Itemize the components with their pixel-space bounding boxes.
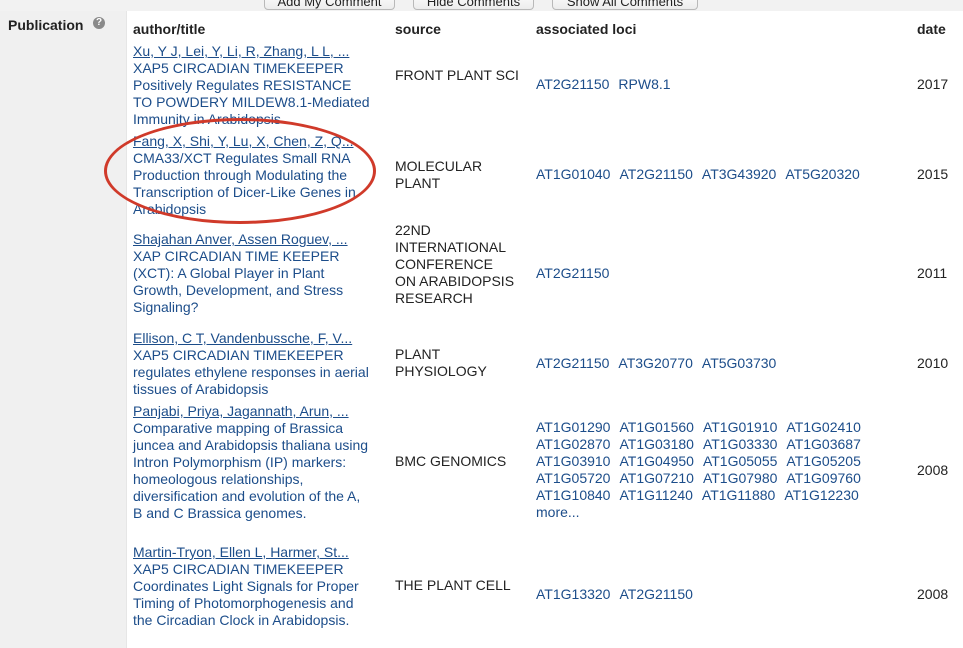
locus-link[interactable]: AT1G03910 [536,453,610,470]
locus-link[interactable]: AT1G02870 [536,436,610,453]
locus-link[interactable]: RPW8.1 [618,76,670,93]
date-text: 2008 [917,462,949,478]
author-link[interactable]: Xu, Y J, Lei, Y, Li, R, Zhang, L L, ... [133,43,369,60]
locus-link[interactable]: AT1G05055 [703,453,777,470]
loci-list: AT2G21150 RPW8.1 [536,76,906,93]
locus-link[interactable]: AT1G03180 [619,436,693,453]
title-link[interactable]: XAP5 CIRCADIAN TIMEKEEPER Coordinates Li… [133,561,371,629]
locus-link[interactable]: AT1G01910 [703,419,777,436]
locus-link[interactable]: AT1G11240 [619,487,692,504]
locus-link[interactable]: AT2G21150 [536,265,609,282]
locus-link[interactable]: AT1G12230 [784,487,858,504]
locus-link[interactable]: AT1G02410 [786,419,860,436]
show-all-comments-button[interactable]: Show All Comments [552,0,698,10]
locus-link[interactable]: AT1G01040 [536,166,610,183]
author-link[interactable]: Panjabi, Priya, Jagannath, Arun, ... [133,403,369,420]
title-link[interactable]: Comparative mapping of Brassica juncea a… [133,420,371,522]
date-text: 2010 [917,355,949,371]
locus-link[interactable]: AT3G43920 [702,166,776,183]
help-icon[interactable]: ? [93,17,105,29]
locus-link[interactable]: AT1G11880 [702,487,775,504]
locus-link[interactable]: AT5G20320 [785,166,859,183]
author-link[interactable]: Fang, X, Shi, Y, Lu, X, Chen, Z, Q... [133,133,369,150]
source-text: FRONT PLANT SCI [395,67,519,83]
locus-link[interactable]: AT1G03687 [786,436,860,453]
column-header-date: date [917,21,946,37]
locus-link[interactable]: AT2G21150 [536,355,609,372]
locus-link[interactable]: AT3G20770 [618,355,692,372]
locus-link[interactable]: AT1G05205 [786,453,860,470]
locus-link[interactable]: AT1G01290 [536,419,610,436]
locus-link[interactable]: AT1G03330 [703,436,777,453]
title-link[interactable]: XAP5 CIRCADIAN TIMEKEEPER Positively Reg… [133,60,371,128]
column-header-author-title: author/title [133,21,206,37]
locus-link[interactable]: AT1G10840 [536,487,610,504]
source-text: PLANT PHYSIOLOGY [395,346,487,379]
title-link[interactable]: XAP5 CIRCADIAN TIMEKEEPER regulates ethy… [133,347,371,398]
title-link[interactable]: CMA33/XCT Regulates Small RNA Production… [133,150,371,218]
date-text: 2017 [917,76,949,92]
locus-link[interactable]: AT2G21150 [619,586,692,603]
locus-link[interactable]: AT2G21150 [536,76,609,93]
source-text: THE PLANT CELL [395,577,511,593]
loci-list: AT1G13320 AT2G21150 [536,586,906,603]
date-text: 2011 [917,265,948,281]
source-text: 22ND INTERNATIONAL CONFERENCE ON ARABIDO… [395,222,515,306]
locus-link[interactable]: AT1G07210 [619,470,693,487]
date-text: 2015 [917,166,949,182]
source-text: BMC GENOMICS [395,453,507,469]
date-text: 2008 [917,586,949,602]
publication-section-label: Publication [8,17,84,33]
author-link[interactable]: Ellison, C T, Vandenbussche, F, V... [133,330,369,347]
hide-comments-button[interactable]: Hide Comments [413,0,534,10]
column-header-loci: associated loci [536,21,637,37]
locus-link[interactable]: AT2G21150 [619,166,692,183]
locus-link[interactable]: AT5G03730 [702,355,776,372]
loci-list: AT1G01040 AT2G21150 AT3G43920 AT5G20320 [536,166,906,183]
locus-link[interactable]: AT1G01560 [619,419,693,436]
locus-link[interactable]: AT1G04950 [619,453,693,470]
locus-link[interactable]: AT1G05720 [536,470,610,487]
author-link[interactable]: Shajahan Anver, Assen Roguev, ... [133,231,369,248]
loci-list: AT2G21150 AT3G20770 AT5G03730 [536,355,906,372]
title-link[interactable]: XAP CIRCADIAN TIME KEEPER (XCT): A Globa… [133,248,371,316]
locus-link[interactable]: AT1G09760 [786,470,860,487]
comment-toolbar: Add My Comment Hide Comments Show All Co… [0,0,963,11]
add-comment-button[interactable]: Add My Comment [264,0,395,10]
loci-list: AT1G01290 AT1G01560 AT1G01910 AT1G02410 AT1G… [536,419,906,521]
locus-link[interactable]: AT1G13320 [536,586,610,603]
locus-link[interactable]: AT1G07980 [703,470,777,487]
table-header: author/title source associated loci date [126,11,963,39]
more-loci-link[interactable]: more... [536,504,580,520]
section-label-panel [0,11,126,648]
loci-list: AT2G21150 [536,265,906,282]
author-link[interactable]: Martin-Tryon, Ellen L, Harmer, St... [133,544,369,561]
source-text: MOLECULAR PLANT [395,158,483,191]
column-header-source: source [395,21,441,37]
